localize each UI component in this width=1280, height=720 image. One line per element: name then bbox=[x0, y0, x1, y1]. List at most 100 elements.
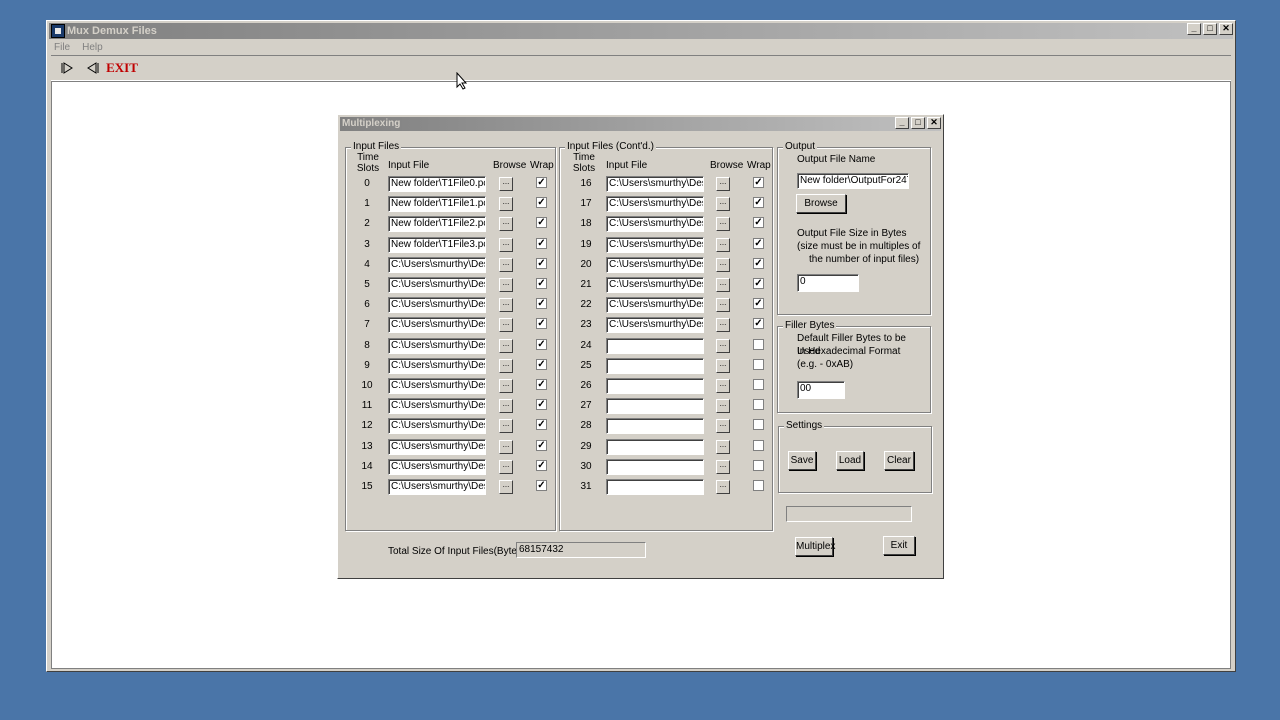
dialog-title-bar[interactable]: Multiplexing bbox=[340, 117, 941, 131]
browse-file-button[interactable]: ... bbox=[716, 298, 730, 313]
wrap-checkbox-checked[interactable]: ✓ bbox=[536, 237, 547, 249]
wrap-checkbox-checked[interactable]: ✓ bbox=[536, 278, 547, 289]
input-file-field[interactable]: C:\Users\smurthy\Desk bbox=[388, 378, 486, 394]
wrap-checkbox[interactable] bbox=[753, 439, 764, 451]
input-file-field[interactable]: C:\Users\smurthy\Desk bbox=[388, 317, 486, 334]
browse-file-button[interactable]: ... bbox=[716, 399, 730, 414]
browse-file-button[interactable]: ... bbox=[499, 217, 513, 232]
input-file-field[interactable]: C:\Users\smurthy\Desk bbox=[388, 256, 486, 273]
browse-file-button[interactable]: ... bbox=[499, 318, 513, 333]
input-file-field[interactable]: C:\Users\smurthy\Desk bbox=[606, 236, 704, 253]
input-file-field[interactable] bbox=[606, 337, 704, 354]
input-file-field[interactable]: New folder\T1File0.pcm bbox=[388, 176, 486, 192]
output-browse-button[interactable]: Browse bbox=[796, 194, 846, 213]
wrap-checkbox[interactable] bbox=[753, 419, 764, 431]
wrap-checkbox-checked[interactable]: ✓ bbox=[753, 318, 764, 330]
input-file-field[interactable]: C:\Users\smurthy\Desk bbox=[606, 297, 704, 314]
input-file-field[interactable] bbox=[606, 458, 704, 475]
wrap-checkbox-checked[interactable]: ✓ bbox=[536, 480, 547, 491]
wrap-checkbox[interactable] bbox=[753, 480, 764, 491]
browse-file-button[interactable]: ... bbox=[499, 459, 513, 474]
input-file-field[interactable]: C:\Users\smurthy\Desk bbox=[606, 317, 704, 334]
wrap-checkbox-checked[interactable]: ✓ bbox=[536, 217, 547, 229]
wrap-checkbox-checked[interactable]: ✓ bbox=[753, 217, 764, 229]
wrap-checkbox-checked[interactable]: ✓ bbox=[753, 298, 764, 310]
input-file-field[interactable]: C:\Users\smurthy\Desk bbox=[388, 479, 486, 495]
dialog-close-button[interactable]: ✕ bbox=[927, 117, 941, 129]
wrap-checkbox-checked[interactable]: ✓ bbox=[536, 257, 547, 269]
input-file-field[interactable]: C:\Users\smurthy\Desk bbox=[388, 458, 486, 475]
browse-file-button[interactable]: ... bbox=[716, 257, 730, 272]
wrap-checkbox-checked[interactable]: ✓ bbox=[536, 358, 547, 370]
input-file-field[interactable]: New folder\T1File1.pcm bbox=[388, 196, 486, 213]
exit-button[interactable]: EXIT bbox=[106, 59, 138, 77]
wrap-checkbox[interactable] bbox=[753, 459, 764, 471]
wrap-checkbox-checked[interactable]: ✓ bbox=[536, 338, 547, 350]
wrap-checkbox-checked[interactable]: ✓ bbox=[536, 298, 547, 310]
input-file-field[interactable]: C:\Users\smurthy\Desk bbox=[388, 438, 486, 455]
dialog-exit-button[interactable]: Exit bbox=[883, 536, 915, 555]
input-file-field[interactable] bbox=[606, 438, 704, 455]
browse-file-button[interactable]: ... bbox=[716, 459, 730, 474]
output-size-input[interactable]: 0 bbox=[797, 274, 859, 292]
browse-file-button[interactable]: ... bbox=[499, 257, 513, 272]
menu-file[interactable]: File bbox=[54, 40, 70, 56]
browse-file-button[interactable]: ... bbox=[499, 419, 513, 434]
browse-file-button[interactable]: ... bbox=[716, 419, 730, 434]
browse-file-button[interactable]: ... bbox=[716, 379, 730, 393]
wrap-checkbox-checked[interactable]: ✓ bbox=[536, 459, 547, 471]
close-button[interactable]: ✕ bbox=[1219, 23, 1233, 35]
input-file-field[interactable]: C:\Users\smurthy\Desk bbox=[388, 337, 486, 354]
wrap-checkbox-checked[interactable]: ✓ bbox=[753, 237, 764, 249]
input-file-field[interactable]: C:\Users\smurthy\Desk bbox=[388, 277, 486, 293]
browse-file-button[interactable]: ... bbox=[499, 237, 513, 252]
input-file-field[interactable]: C:\Users\smurthy\Desk bbox=[606, 216, 704, 233]
minimize-button[interactable]: _ bbox=[1187, 23, 1201, 35]
browse-file-button[interactable]: ... bbox=[716, 480, 730, 494]
input-file-field[interactable]: C:\Users\smurthy\Desk bbox=[388, 357, 486, 374]
browse-file-button[interactable]: ... bbox=[499, 480, 513, 494]
browse-file-button[interactable]: ... bbox=[499, 197, 513, 212]
wrap-checkbox-checked[interactable]: ✓ bbox=[536, 439, 547, 451]
browse-file-button[interactable]: ... bbox=[499, 177, 513, 191]
browse-file-button[interactable]: ... bbox=[716, 177, 730, 191]
input-file-field[interactable] bbox=[606, 418, 704, 435]
browse-file-button[interactable]: ... bbox=[716, 358, 730, 373]
input-file-field[interactable] bbox=[606, 479, 704, 495]
wrap-checkbox-checked[interactable]: ✓ bbox=[536, 177, 547, 188]
settings-save-button[interactable]: Save bbox=[788, 451, 816, 470]
browse-file-button[interactable]: ... bbox=[716, 318, 730, 333]
wrap-checkbox-checked[interactable]: ✓ bbox=[536, 419, 547, 431]
input-file-field[interactable]: C:\Users\smurthy\Desk bbox=[606, 277, 704, 293]
input-file-field[interactable]: C:\Users\smurthy\Desk bbox=[606, 256, 704, 273]
browse-file-button[interactable]: ... bbox=[716, 278, 730, 292]
maximize-button[interactable]: □ bbox=[1203, 23, 1217, 35]
wrap-checkbox-checked[interactable]: ✓ bbox=[536, 197, 547, 209]
input-file-field[interactable]: C:\Users\smurthy\Desk bbox=[388, 297, 486, 314]
wrap-checkbox-checked[interactable]: ✓ bbox=[753, 197, 764, 209]
browse-file-button[interactable]: ... bbox=[499, 358, 513, 373]
settings-load-button[interactable]: Load bbox=[836, 451, 864, 470]
wrap-checkbox[interactable] bbox=[753, 338, 764, 350]
input-file-field[interactable] bbox=[606, 398, 704, 415]
wrap-checkbox-checked[interactable]: ✓ bbox=[536, 318, 547, 330]
input-file-field[interactable]: C:\Users\smurthy\Desk bbox=[606, 196, 704, 213]
browse-file-button[interactable]: ... bbox=[499, 278, 513, 292]
wrap-checkbox-checked[interactable]: ✓ bbox=[753, 278, 764, 289]
input-file-field[interactable]: C:\Users\smurthy\Desk bbox=[606, 176, 704, 192]
browse-file-button[interactable]: ... bbox=[716, 237, 730, 252]
input-file-field[interactable]: C:\Users\smurthy\Desk bbox=[388, 418, 486, 435]
browse-file-button[interactable]: ... bbox=[716, 197, 730, 212]
wrap-checkbox-checked[interactable]: ✓ bbox=[753, 177, 764, 188]
browse-file-button[interactable]: ... bbox=[716, 338, 730, 353]
main-title-bar[interactable]: Mux Demux Files bbox=[49, 23, 1233, 39]
browse-file-button[interactable]: ... bbox=[499, 338, 513, 353]
menu-help[interactable]: Help bbox=[82, 40, 103, 56]
browse-file-button[interactable]: ... bbox=[499, 298, 513, 313]
input-file-field[interactable]: C:\Users\smurthy\Desk bbox=[388, 398, 486, 415]
wrap-checkbox-checked[interactable]: ✓ bbox=[753, 257, 764, 269]
input-file-field[interactable]: New folder\T1File2.pcm bbox=[388, 216, 486, 233]
browse-file-button[interactable]: ... bbox=[499, 399, 513, 414]
wrap-checkbox[interactable] bbox=[753, 358, 764, 370]
browse-file-button[interactable]: ... bbox=[716, 217, 730, 232]
